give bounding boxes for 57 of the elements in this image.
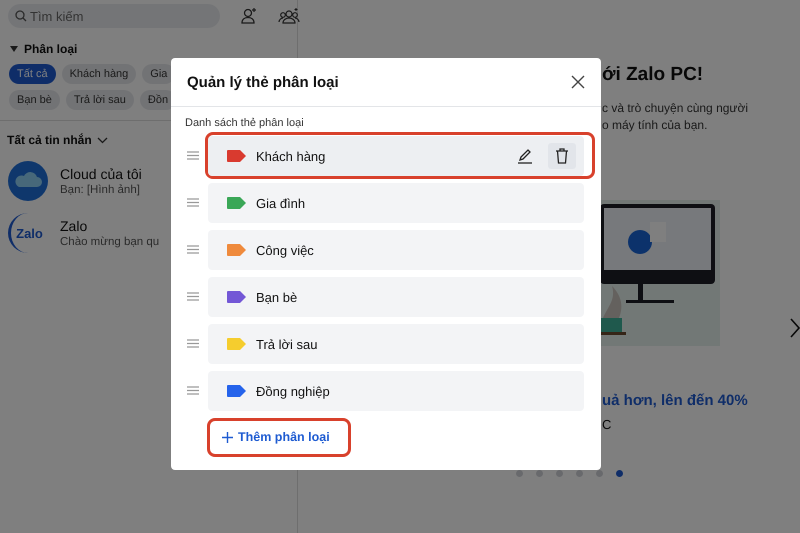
filter-chip[interactable]: Tất cả: [9, 64, 56, 84]
tag-label: Công việc: [256, 242, 315, 258]
tag-label: Đồng nghiệp: [256, 384, 331, 398]
edit-icon[interactable]: [516, 147, 534, 165]
search-icon: [15, 10, 27, 22]
cloud-avatar-icon: [8, 161, 48, 201]
tag-label: Gia đình: [256, 196, 306, 210]
filter-chip[interactable]: Bạn bè: [9, 90, 60, 110]
tag-label: Khách hàng: [256, 148, 326, 164]
slide-dot[interactable]: [596, 470, 603, 477]
plus-icon: [222, 432, 233, 442]
add-friend-icon[interactable]: [240, 7, 258, 25]
welcome-title: ới Zalo PC!: [602, 64, 704, 86]
tag-item[interactable]: Gia đình: [208, 183, 584, 223]
drag-handle-icon[interactable]: [187, 386, 199, 395]
add-category-button[interactable]: Thêm phân loại: [218, 426, 334, 448]
search-field[interactable]: Tìm kiếm: [8, 4, 220, 28]
collapse-icon[interactable]: [10, 46, 18, 52]
slide-dot[interactable]: [556, 470, 563, 477]
drag-handle-icon[interactable]: [187, 198, 199, 207]
list-label: Danh sách thẻ phân loại: [185, 117, 305, 129]
welcome-text: c và trò chuyện cùng người: [602, 100, 748, 117]
section-title: Phân loại: [24, 42, 78, 56]
slide-dot[interactable]: [616, 470, 623, 477]
tag-item[interactable]: Bạn bè: [208, 277, 584, 317]
slide-dot[interactable]: [536, 470, 543, 477]
filter-chip[interactable]: Trả lời sau: [66, 90, 134, 110]
tag-item[interactable]: Công việc: [208, 230, 584, 270]
tag-label: Trả lời sau: [256, 336, 319, 352]
slide-dot[interactable]: [516, 470, 523, 477]
promo-text: uả hơn, lên đến 40%: [602, 392, 748, 409]
welcome-text: o máy tính của bạn.: [602, 117, 708, 134]
dialog-title: Quản lý thẻ phân loại: [187, 74, 339, 90]
promo-text: C: [602, 417, 612, 432]
tag-label: Bạn bè: [256, 290, 298, 304]
filter-chip[interactable]: Khách hàng: [62, 64, 136, 84]
drag-handle-icon[interactable]: [187, 339, 199, 348]
drag-handle-icon[interactable]: [187, 151, 199, 160]
tag-item[interactable]: Đồng nghiệp: [208, 371, 584, 411]
tag-item[interactable]: Khách hàng: [208, 136, 584, 176]
filter-chip[interactable]: Gia: [142, 64, 171, 84]
slide-dot[interactable]: [576, 470, 583, 477]
drag-handle-icon[interactable]: [187, 292, 199, 301]
message-preview: Bạn: [Hình ảnh]: [60, 184, 141, 196]
chevron-right-icon[interactable]: [790, 318, 800, 338]
create-group-icon[interactable]: [278, 7, 300, 25]
close-icon[interactable]: [571, 75, 585, 89]
drag-handle-icon[interactable]: [187, 245, 199, 254]
message-preview: Chào mừng bạn qu: [60, 236, 160, 248]
chevron-down-icon[interactable]: [96, 136, 108, 144]
conversation-name[interactable]: Zalo: [60, 218, 172, 234]
zalo-logo: Zalo: [8, 213, 48, 253]
conversation-name[interactable]: Cloud của tôi: [60, 166, 172, 182]
filter-chip[interactable]: Đồn: [140, 90, 171, 110]
message-filter[interactable]: Tất cả tin nhắn: [7, 133, 92, 147]
delete-icon[interactable]: [548, 143, 576, 169]
tag-item[interactable]: Trả lời sau: [208, 324, 584, 364]
